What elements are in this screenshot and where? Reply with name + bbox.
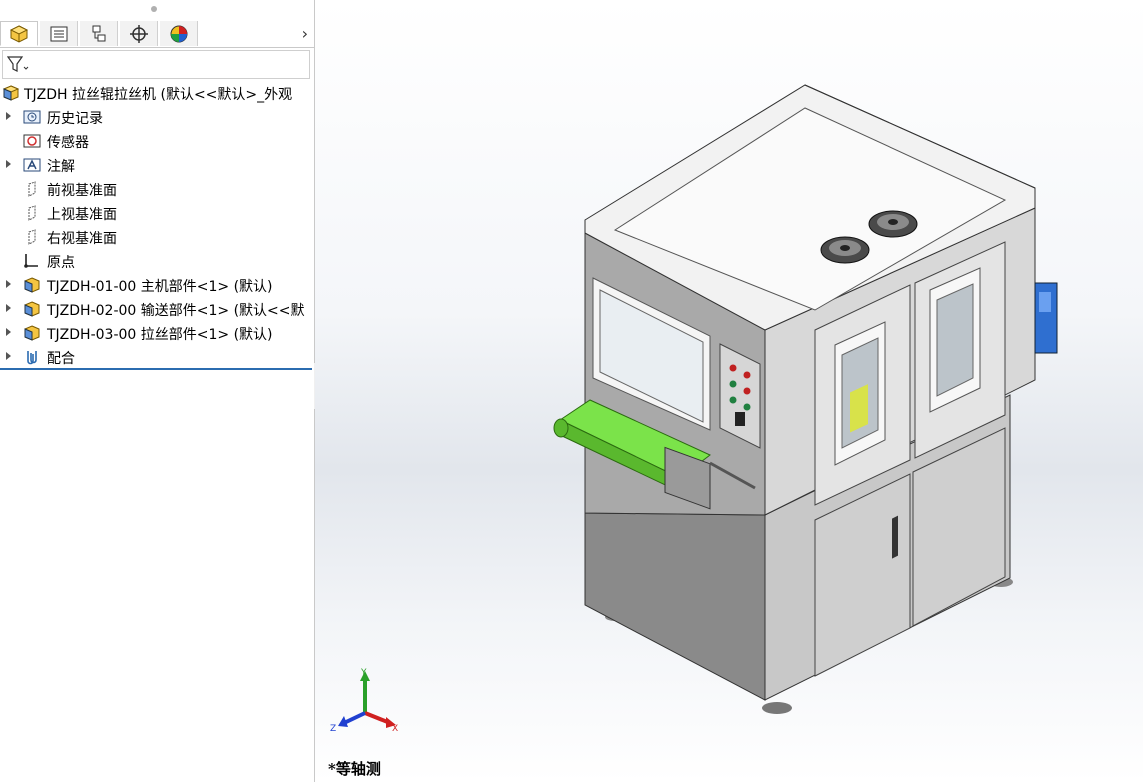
filter-icon[interactable] [7, 56, 29, 74]
assembly-icon [2, 85, 20, 101]
tree-root-assembly[interactable]: TJZDH 拉丝辊拉丝机 (默认<<默认>_外观 [0, 81, 314, 105]
tree-item-label: 上视基准面 [47, 207, 117, 223]
expand-arrow-icon[interactable] [6, 112, 11, 120]
expand-arrow-icon[interactable] [6, 352, 11, 360]
tab-dimxpert-manager[interactable] [120, 21, 158, 46]
tree-item-label: TJZDH-01-00 主机部件<1> (默认) [47, 279, 273, 295]
tree-item-label: TJZDH-03-00 拉丝部件<1> (默认) [47, 327, 273, 343]
panel-grip[interactable] [151, 6, 157, 12]
feature-manager-panel: › TJZDH 拉丝辊拉丝机 (默认<<默认>_外观 历史记录 传感器 注解 前… [0, 0, 315, 782]
subassembly-icon [24, 325, 40, 341]
plane-icon [28, 205, 36, 221]
sensor-icon [23, 134, 41, 148]
triad-z-label: Z [330, 724, 336, 734]
tab-property-manager[interactable] [40, 21, 78, 46]
tree-filter[interactable] [2, 50, 310, 79]
tree-item-label: 配合 [47, 351, 75, 367]
tree-item-label: 右视基准面 [47, 231, 117, 247]
view-orientation-label: *等轴测 [328, 760, 381, 778]
expand-arrow-icon[interactable] [6, 280, 11, 288]
chevron-right-icon[interactable]: › [302, 24, 308, 43]
tree-item-label: TJZDH-02-00 输送部件<1> (默认<<默 [47, 303, 305, 319]
tree-item-mates[interactable]: 配合 [0, 345, 314, 369]
tree-root-label: TJZDH 拉丝辊拉丝机 (默认<<默认>_外观 [24, 87, 293, 103]
assembly-icon [9, 24, 29, 43]
tree-item-label: 传感器 [47, 135, 89, 151]
machine-model[interactable] [315, 0, 1143, 782]
property-list-icon [50, 26, 67, 41]
subassembly-icon [24, 277, 40, 293]
tree-item-origin[interactable]: 原点 [0, 249, 314, 273]
annotation-icon [23, 158, 41, 172]
tree-item-label: 历史记录 [47, 111, 103, 127]
tree-item-top-plane[interactable]: 上视基准面 [0, 201, 314, 225]
tab-configuration-manager[interactable] [80, 21, 118, 46]
triad-y-label: Y [360, 668, 367, 678]
manager-tabs: › [0, 20, 314, 48]
tree-item-sensors[interactable]: 传感器 [0, 129, 314, 153]
expand-arrow-icon[interactable] [6, 304, 11, 312]
history-icon [23, 110, 41, 124]
graphics-viewport[interactable] [315, 0, 1143, 782]
plane-icon [28, 181, 36, 197]
display-pie-icon [170, 25, 187, 42]
tree-item-right-plane[interactable]: 右视基准面 [0, 225, 314, 249]
tab-feature-manager[interactable] [0, 21, 38, 46]
mates-icon [27, 351, 37, 365]
tree-item-subassembly-03[interactable]: TJZDH-03-00 拉丝部件<1> (默认) [0, 321, 314, 345]
tab-display-manager[interactable] [160, 21, 198, 46]
triad-x-label: X [392, 724, 398, 734]
tree-item-label: 注解 [47, 159, 75, 175]
tree-item-annotations[interactable]: 注解 [0, 153, 314, 177]
tree-item-history[interactable]: 历史记录 [0, 105, 314, 129]
tree-item-subassembly-02[interactable]: TJZDH-02-00 输送部件<1> (默认<<默 [0, 297, 314, 321]
tree-item-front-plane[interactable]: 前视基准面 [0, 177, 314, 201]
axis-triad: Y X Z [330, 668, 398, 734]
tree-item-label: 前视基准面 [47, 183, 117, 199]
expand-arrow-icon[interactable] [6, 160, 11, 168]
configuration-icon [92, 25, 105, 41]
tree-item-subassembly-01[interactable]: TJZDH-01-00 主机部件<1> (默认) [0, 273, 314, 297]
origin-icon [24, 254, 38, 268]
tree-item-label: 原点 [47, 255, 75, 271]
expand-arrow-icon[interactable] [6, 328, 11, 336]
tree-rollback-bar[interactable] [0, 368, 312, 370]
plane-icon [28, 229, 36, 245]
crosshair-icon [129, 24, 148, 43]
subassembly-icon [24, 301, 40, 317]
